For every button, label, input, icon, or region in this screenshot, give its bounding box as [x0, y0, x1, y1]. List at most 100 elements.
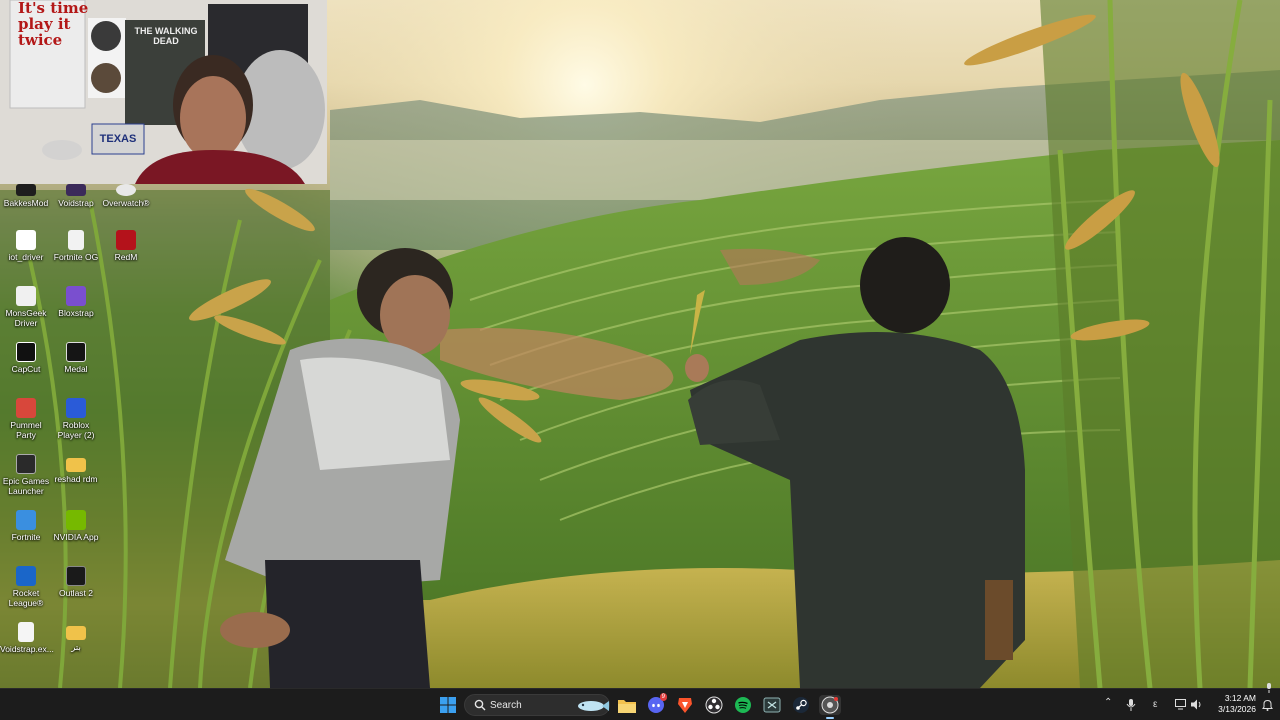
desktop-icon-label: Medal	[64, 364, 88, 374]
dvd-title: THE WALKING DEAD	[134, 26, 198, 46]
poster-line-2: play it	[18, 15, 71, 33]
desktop-icon-label: RedM	[114, 252, 138, 262]
network-icon[interactable]	[1175, 699, 1187, 710]
desktop-icon-fortnite[interactable]: Fortnite	[0, 510, 52, 542]
desktop-icon-medal[interactable]: Medal	[50, 342, 102, 374]
desktop-icon-nvidia-app[interactable]: NVIDIA App	[50, 510, 102, 542]
folder-icon	[66, 626, 86, 640]
search-icon	[474, 699, 486, 711]
epic-games-icon	[16, 454, 36, 474]
windows-icon	[440, 697, 456, 713]
desktop-icon-label: Outlast 2	[58, 588, 94, 598]
desktop-icon-label: Voidstrap	[58, 198, 94, 208]
rocket-league-icon	[16, 566, 36, 586]
bloxstrap-icon	[66, 286, 86, 306]
bakkesmod-icon	[16, 184, 36, 196]
obs-icon	[705, 696, 723, 714]
taskbar-spotify[interactable]	[732, 695, 754, 715]
monsgeek-icon	[16, 286, 36, 306]
desktop-icon-label: BakkesMod	[3, 198, 49, 208]
desktop-icon-redm[interactable]: RedM	[100, 230, 152, 262]
desktop-icon-pummel-party[interactable]: Pummel Party	[0, 398, 52, 440]
steam-icon	[793, 697, 809, 713]
notification-bell-icon[interactable]	[1262, 699, 1273, 711]
desktop-icon-label: Epic Games Launcher	[2, 476, 50, 496]
taskbar-search-box[interactable]: Search	[464, 694, 610, 716]
webcam-overlay: It's time play it twice THE WALKING DEAD…	[0, 0, 327, 184]
desktop-icon-label: بتر	[71, 642, 81, 652]
file-icon	[68, 230, 84, 250]
system-clock[interactable]: 3:12 AM 3/13/2026	[1208, 693, 1256, 715]
overwatch-icon	[116, 184, 136, 196]
desktop-icon-rocket-league[interactable]: Rocket League®	[0, 566, 52, 608]
poster-line-1: It's time	[18, 0, 89, 17]
taskbar-app[interactable]	[761, 695, 783, 715]
chevron-up-icon[interactable]: ⌃	[1104, 697, 1112, 708]
outlast-icon	[66, 566, 86, 586]
desktop-icon-label: iot_driver	[8, 252, 44, 262]
desktop-icon-monsgeek[interactable]: MonsGeek Driver	[0, 286, 52, 328]
discord-badge: 9	[659, 693, 667, 701]
medal-icon	[66, 342, 86, 362]
desktop-icon-label: Pummel Party	[10, 420, 42, 440]
redm-icon	[116, 230, 136, 250]
taskbar-discord[interactable]: 9	[645, 693, 667, 715]
desktop-icon-label: Fortnite OG	[53, 252, 99, 262]
desktop-icon-iot-driver[interactable]: iot_driver	[0, 230, 52, 262]
language-indicator[interactable]: ε	[1153, 699, 1157, 710]
iot-driver-icon	[16, 230, 36, 250]
desktop-icon-outlast-2[interactable]: Outlast 2	[50, 566, 102, 598]
start-button[interactable]	[437, 695, 459, 715]
folder-icon	[618, 699, 636, 713]
search-placeholder: Search	[490, 700, 522, 711]
folder-icon	[66, 458, 86, 472]
desktop-icon-label: CapCut	[11, 364, 41, 374]
desktop-icon-bakkesmod[interactable]: BakkesMod	[0, 184, 52, 208]
desktop-icon-label: NVIDIA App	[53, 532, 99, 542]
desktop-icon-roblox[interactable]: Roblox Player (2)	[50, 398, 102, 440]
taskbar-brave[interactable]	[674, 695, 696, 715]
desktop-icon-label: Voidstrap.ex...	[0, 644, 54, 654]
desktop-icon-fortnite-og[interactable]: Fortnite OG	[50, 230, 102, 262]
taskbar-steam[interactable]	[790, 695, 812, 715]
volume-icon[interactable]	[1191, 699, 1203, 710]
taskbar-obs[interactable]	[703, 695, 725, 715]
desktop-icon-label: Rocket League®	[8, 588, 44, 608]
poster-line-3: twice	[18, 31, 63, 49]
desktop-icon-epic-games[interactable]: Epic Games Launcher	[0, 454, 52, 496]
poster-text: It's time play it twice	[18, 0, 88, 48]
desktop-icon-label: Roblox Player (2)	[57, 420, 95, 440]
clock-time: 3:12 AM	[1224, 693, 1256, 703]
chrome-icon	[821, 696, 839, 714]
microphone-icon[interactable]	[1126, 699, 1136, 711]
desktop-icon-label: Overwatch®	[102, 198, 150, 208]
roblox-icon	[66, 398, 86, 418]
desktop-icon-bloxstrap[interactable]: Bloxstrap	[50, 286, 102, 318]
fish-widget-icon	[578, 701, 609, 711]
clock-date: 3/13/2026	[1218, 704, 1256, 714]
desktop-icon-label: Fortnite	[11, 532, 41, 542]
brave-icon	[678, 698, 692, 713]
taskbar-file-explorer[interactable]	[616, 695, 638, 715]
app-icon	[763, 697, 781, 713]
active-indicator	[826, 717, 834, 719]
texas-plate-text: TEXAS	[99, 133, 137, 145]
desktop-icon-overwatch[interactable]: Overwatch®	[100, 184, 152, 208]
desktop-icon-label: Bloxstrap	[58, 308, 94, 318]
desktop-icon-label: MonsGeek Driver	[5, 308, 47, 328]
desktop-icon-reshad-rdm[interactable]: reshad rdm	[50, 454, 102, 484]
spotify-icon	[735, 697, 751, 713]
capcut-icon	[16, 342, 36, 362]
pummel-party-icon	[16, 398, 36, 418]
desktop-icon-arabic-folder[interactable]: بتر	[50, 622, 102, 652]
mic-overlay-icon	[1267, 683, 1271, 693]
desktop-icon-voidstrap-exe[interactable]: Voidstrap.ex...	[0, 622, 54, 654]
taskbar: Search 9 ⌃ ε 3:12 AM 3/13/2026	[0, 683, 1280, 720]
desktop-icon-capcut[interactable]: CapCut	[0, 342, 52, 374]
nvidia-icon	[66, 510, 86, 530]
fortnite-icon	[16, 510, 36, 530]
desktop-icon-voidstrap[interactable]: Voidstrap	[50, 184, 102, 208]
taskbar-chrome[interactable]	[819, 695, 841, 719]
voidstrap-icon	[66, 184, 86, 196]
desktop-icon-label: reshad rdm	[54, 474, 98, 484]
